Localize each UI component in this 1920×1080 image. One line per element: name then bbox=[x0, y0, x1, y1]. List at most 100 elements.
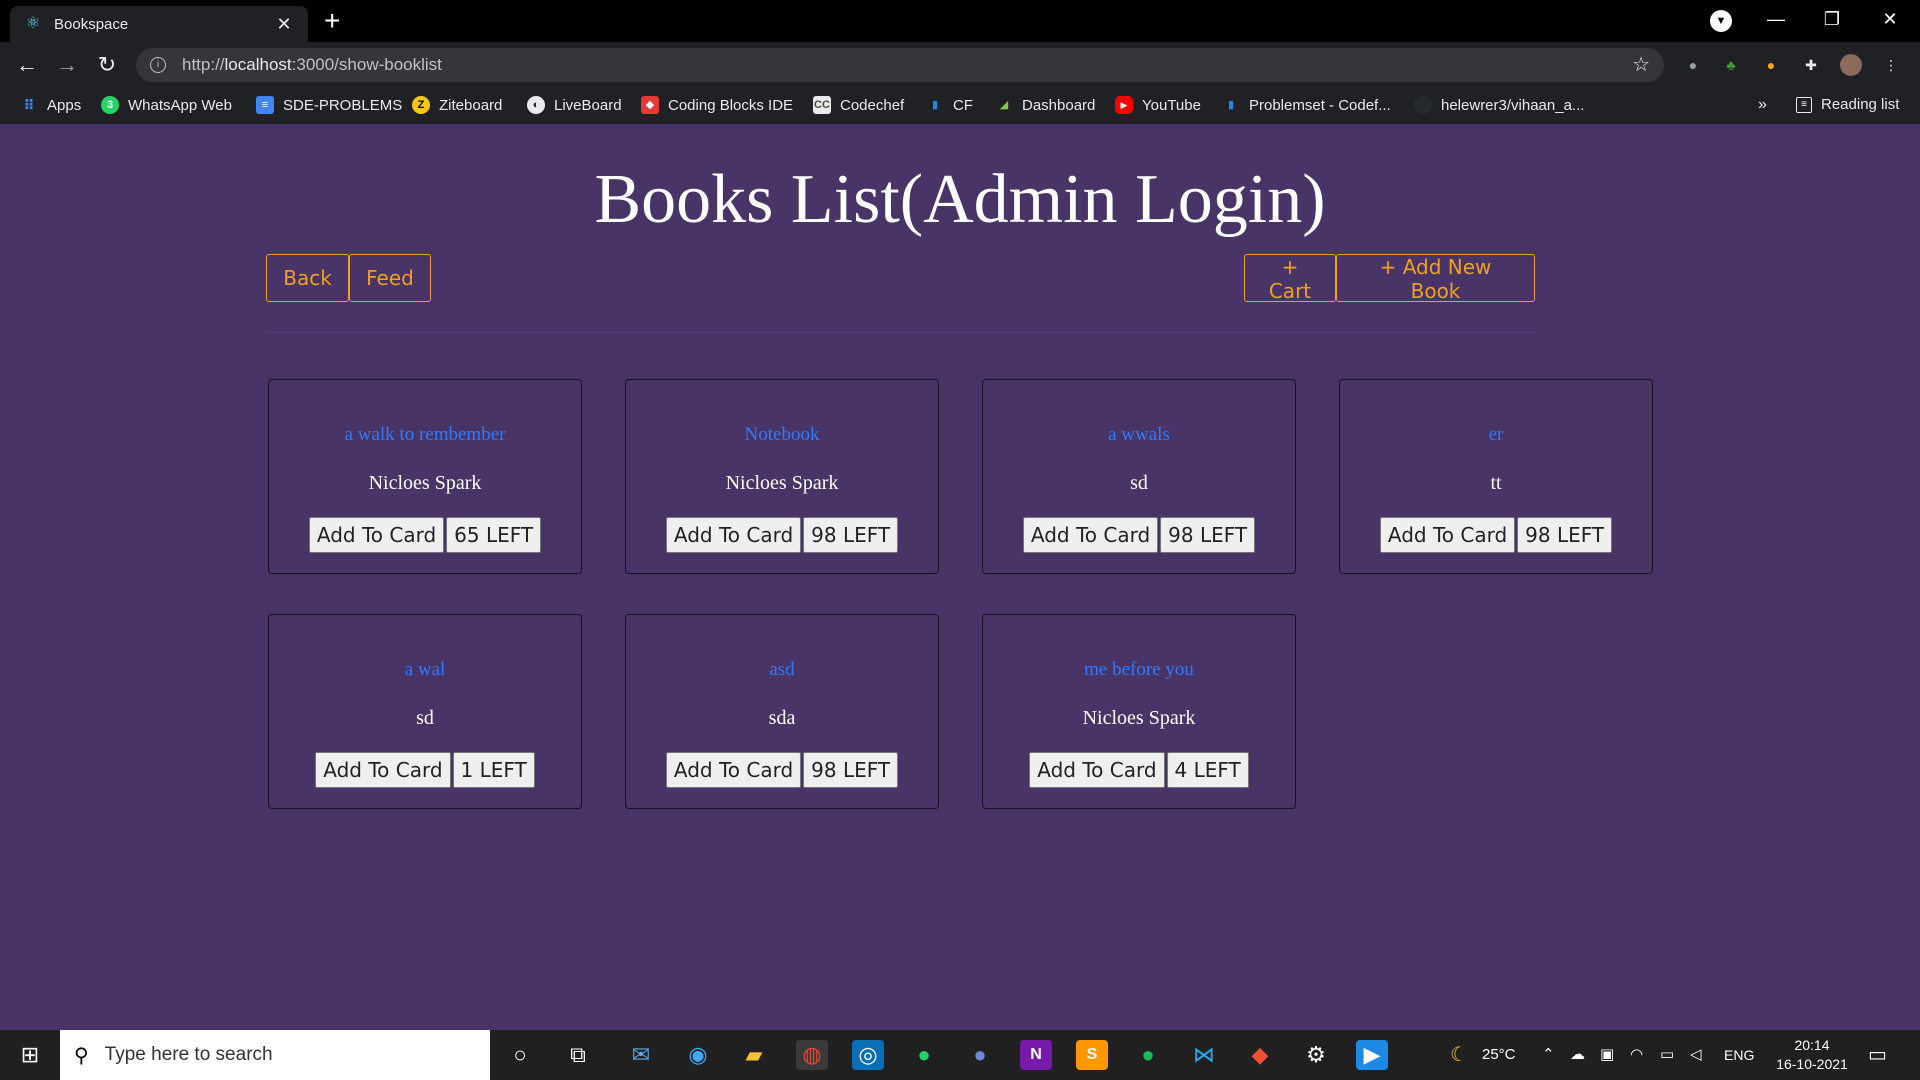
add-to-card-button[interactable]: Add To Card bbox=[1379, 517, 1516, 553]
stock-left-button[interactable]: 65 LEFT bbox=[446, 517, 542, 553]
back-arrow-icon[interactable]: ← bbox=[12, 50, 42, 80]
apps-grid-icon: ⠿ bbox=[23, 97, 35, 113]
book-author: Nicloes Spark bbox=[725, 472, 839, 494]
cart-button[interactable]: + Cart bbox=[1244, 254, 1336, 303]
git-icon[interactable]: ◆ bbox=[1244, 1040, 1276, 1070]
wifi-icon[interactable]: ◠ bbox=[1630, 1030, 1643, 1080]
book-author: Nicloes Spark bbox=[1082, 707, 1196, 729]
feed-button[interactable]: Feed bbox=[349, 254, 431, 302]
fire-extension-icon[interactable]: ● bbox=[1760, 54, 1782, 76]
settings-gear-icon[interactable]: ⚙ bbox=[1300, 1040, 1332, 1070]
taskbar-search-box[interactable]: ⚲ Type here to search bbox=[60, 1030, 490, 1080]
more-bookmarks-button[interactable]: » bbox=[1758, 96, 1767, 114]
browser-menu-icon[interactable]: ⋮ bbox=[1880, 54, 1902, 76]
bookmark-ziteboard[interactable]: Z Ziteboard bbox=[412, 96, 502, 114]
weather-moon-icon[interactable]: ☾ bbox=[1450, 1030, 1468, 1080]
add-to-card-button[interactable]: Add To Card bbox=[1022, 517, 1159, 553]
whatsapp-icon[interactable]: ● bbox=[908, 1040, 940, 1070]
profile-avatar[interactable] bbox=[1840, 54, 1862, 76]
book-card: a walk to rembember Nicloes Spark Add To… bbox=[268, 379, 582, 574]
add-to-card-button[interactable]: Add To Card bbox=[1029, 752, 1165, 788]
extension-icon[interactable]: ● bbox=[1682, 54, 1704, 76]
cortana-icon[interactable]: ○ bbox=[504, 1040, 536, 1070]
new-tab-button[interactable]: + bbox=[324, 6, 340, 36]
file-explorer-icon[interactable]: ▰ bbox=[738, 1040, 770, 1070]
media-player-icon[interactable]: ▶ bbox=[1356, 1040, 1388, 1070]
back-button[interactable]: Back bbox=[266, 254, 349, 302]
bookmark-star-icon[interactable]: ☆ bbox=[1632, 52, 1650, 77]
reading-list-button[interactable]: ≡ Reading list bbox=[1796, 96, 1899, 113]
add-new-book-button[interactable]: + Add New Book bbox=[1336, 254, 1535, 303]
stock-left-button[interactable]: 98 LEFT bbox=[803, 517, 899, 553]
volume-icon[interactable]: ◁ bbox=[1690, 1030, 1702, 1080]
docs-icon: ≡ bbox=[256, 96, 274, 114]
bookmark-dashboard[interactable]: ◢ Dashboard bbox=[995, 96, 1096, 114]
youtube-icon: ▶ bbox=[1115, 96, 1133, 114]
url-text: http://localhost:3000/show-booklist bbox=[182, 55, 442, 74]
bookmark-codechef[interactable]: CC Codechef bbox=[813, 96, 904, 114]
book-title: me before you bbox=[1084, 659, 1194, 680]
close-window-button[interactable]: ✕ bbox=[1870, 4, 1910, 34]
stock-left-button[interactable]: 1 LEFT bbox=[452, 752, 535, 788]
temperature-text[interactable]: 25°C bbox=[1482, 1030, 1516, 1080]
dell-icon[interactable]: ◎ bbox=[852, 1040, 884, 1070]
show-hidden-icons-chevron-icon[interactable]: ⌃ bbox=[1542, 1030, 1555, 1080]
codeforces-icon: ▮ bbox=[1227, 99, 1235, 111]
add-to-card-button[interactable]: Add To Card bbox=[308, 517, 445, 553]
notifications-icon[interactable]: ▭ bbox=[1868, 1030, 1887, 1080]
extensions-puzzle-icon[interactable]: ✚ bbox=[1800, 54, 1822, 76]
network-cloud-icon[interactable]: ☁ bbox=[1570, 1030, 1585, 1080]
chrome-icon[interactable]: ◍ bbox=[796, 1040, 828, 1070]
tab-search-icon[interactable]: ▼ bbox=[1710, 10, 1732, 32]
address-bar[interactable]: i http://localhost:3000/show-booklist ☆ bbox=[136, 48, 1664, 82]
stock-left-button[interactable]: 98 LEFT bbox=[1517, 517, 1613, 553]
clock-time: 20:14 bbox=[1794, 1037, 1830, 1053]
minimize-button[interactable]: — bbox=[1756, 4, 1796, 34]
browser-tab[interactable]: ⚛ Bookspace ✕ bbox=[10, 6, 308, 42]
site-info-icon[interactable]: i bbox=[150, 57, 166, 73]
book-author: Nicloes Spark bbox=[368, 472, 482, 494]
clock[interactable]: 20:14 16-10-2021 bbox=[1770, 1036, 1854, 1074]
reload-icon[interactable]: ↻ bbox=[92, 50, 122, 80]
bookmark-problemset[interactable]: ▮ Problemset - Codef... bbox=[1222, 96, 1391, 114]
sublime-text-icon[interactable]: S bbox=[1076, 1040, 1108, 1070]
search-icon: ⚲ bbox=[74, 1044, 89, 1067]
windows-taskbar: ⊞ ⚲ Type here to search ○ ⧉ ✉ ◉ ▰ ◍ ◎ ● … bbox=[0, 1030, 1920, 1080]
stock-left-button[interactable]: 98 LEFT bbox=[1160, 517, 1256, 553]
task-view-icon[interactable]: ⧉ bbox=[562, 1040, 594, 1070]
meet-now-icon[interactable]: ▣ bbox=[1600, 1030, 1614, 1080]
bookmark-apps[interactable]: ⠿ Apps bbox=[20, 96, 82, 114]
tree-extension-icon[interactable]: ♣ bbox=[1720, 54, 1742, 76]
browser-tab-strip: ⚛ Bookspace ✕ + ▼ — ❐ ✕ bbox=[0, 0, 1920, 42]
book-title: Notebook bbox=[744, 424, 820, 445]
language-indicator[interactable]: ENG bbox=[1724, 1030, 1754, 1080]
book-card: Notebook Nicloes Spark Add To Card 98 LE… bbox=[625, 379, 939, 574]
windows-start-icon[interactable]: ⊞ bbox=[14, 1040, 46, 1070]
forward-arrow-icon[interactable]: → bbox=[52, 50, 82, 80]
book-author: sda bbox=[768, 707, 796, 729]
close-tab-icon[interactable]: ✕ bbox=[274, 14, 294, 35]
restore-button[interactable]: ❐ bbox=[1812, 4, 1852, 34]
edge-icon[interactable]: ◉ bbox=[682, 1040, 714, 1070]
stock-left-button[interactable]: 98 LEFT bbox=[803, 752, 899, 788]
page-content: Books List(Admin Login) Back Feed + Cart… bbox=[0, 124, 1920, 1030]
bookmark-sde-problems[interactable]: ≡ SDE-PROBLEMS bbox=[256, 96, 402, 114]
add-to-card-button[interactable]: Add To Card bbox=[665, 517, 802, 553]
vscode-icon[interactable]: ⋈ bbox=[1188, 1040, 1220, 1070]
add-to-card-button[interactable]: Add To Card bbox=[315, 752, 451, 788]
discord-icon[interactable]: ● bbox=[964, 1040, 996, 1070]
search-placeholder: Type here to search bbox=[104, 1044, 273, 1065]
clock-date: 16-10-2021 bbox=[1776, 1056, 1848, 1072]
stock-left-button[interactable]: 4 LEFT bbox=[1166, 752, 1249, 788]
bookmark-liveboard[interactable]: ◐ LiveBoard bbox=[527, 96, 622, 114]
bookmark-whatsapp[interactable]: 3 WhatsApp Web bbox=[101, 96, 232, 114]
bookmark-cf[interactable]: ▮ CF bbox=[926, 96, 973, 114]
onenote-icon[interactable]: N bbox=[1020, 1040, 1052, 1070]
mail-icon[interactable]: ✉ bbox=[625, 1040, 657, 1070]
bookmark-github[interactable]: helewrer3/vihaan_a... bbox=[1414, 96, 1584, 114]
spotify-icon[interactable]: ● bbox=[1132, 1040, 1164, 1070]
bookmark-coding-blocks[interactable]: ◆ Coding Blocks IDE bbox=[641, 96, 793, 114]
bookmark-youtube[interactable]: ▶ YouTube bbox=[1115, 96, 1201, 114]
add-to-card-button[interactable]: Add To Card bbox=[665, 752, 802, 788]
battery-icon[interactable]: ▭ bbox=[1660, 1030, 1674, 1080]
